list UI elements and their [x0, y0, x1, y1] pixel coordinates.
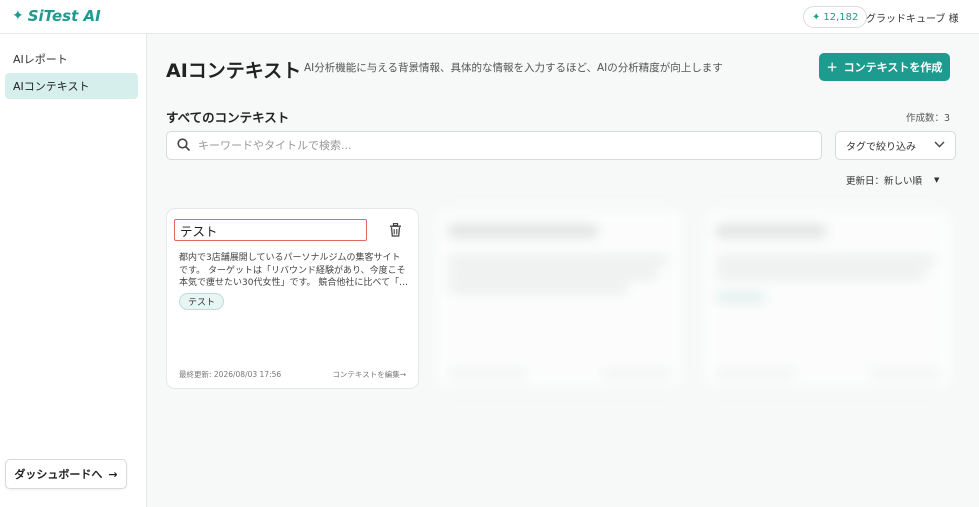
- card-tag[interactable]: テスト: [179, 293, 225, 310]
- page-description: AI分析機能に与える背景情報、具体的な情報を入力するほど、AIの分析精度が向上し…: [304, 62, 723, 74]
- placeholder-bar: [716, 225, 826, 237]
- card-description: 都内で3店舗展開しているパーソナルジムの集客サイトです。 ターゲットは「リバウン…: [179, 253, 409, 288]
- search-icon: [177, 137, 190, 154]
- sparkle-icon: ✦: [812, 11, 821, 23]
- dashboard-button[interactable]: ダッシュボードへ →: [5, 459, 127, 489]
- tag-filter-label: タグで絞り込み: [846, 142, 916, 153]
- section-title: すべてのコンテキスト: [166, 110, 290, 125]
- page-title: AIコンテキスト: [166, 60, 302, 82]
- logo-text: SiTest AI: [27, 7, 101, 25]
- top-bar: ✦ SiTest AI ✦ 12,182 グラッドキューブ 様: [0, 0, 979, 34]
- tag-filter-select[interactable]: タグで絞り込み: [835, 131, 956, 160]
- sidebar-item-ai-context[interactable]: AIコンテキスト: [5, 73, 138, 99]
- arrow-right-icon: →: [108, 467, 118, 481]
- credit-count: 12,182: [823, 11, 859, 23]
- sidebar: AIレポート AIコンテキスト ダッシュボードへ →: [0, 34, 147, 507]
- create-context-label: コンテキストを作成: [843, 61, 943, 74]
- search-input[interactable]: [198, 139, 798, 152]
- credit-badge[interactable]: ✦ 12,182: [803, 6, 868, 28]
- placeholder-bar: [448, 271, 658, 278]
- caret-down-icon: ▼: [934, 176, 940, 184]
- sidebar-item-label: AIレポート: [13, 53, 68, 66]
- placeholder-bar: [448, 225, 598, 237]
- context-card[interactable]: テスト 都内で3店舗展開しているパーソナルジムの集客サイトです。 ターゲットは「…: [166, 208, 419, 389]
- placeholder-bar: [716, 293, 766, 302]
- sidebar-item-ai-report[interactable]: AIレポート: [5, 46, 138, 72]
- sort-label: 更新日：新しい順: [846, 176, 923, 187]
- user-name[interactable]: グラッドキューブ 様: [866, 10, 959, 25]
- card-title[interactable]: テスト: [174, 219, 367, 241]
- edit-context-link[interactable]: コンテキストを編集→: [332, 369, 406, 380]
- sidebar-item-label: AIコンテキスト: [13, 80, 90, 93]
- dashboard-button-label: ダッシュボードへ: [14, 468, 103, 481]
- search-box[interactable]: [166, 131, 822, 160]
- placeholder-bar: [448, 371, 528, 376]
- placeholder-bar: [602, 371, 672, 376]
- placeholder-bar: [716, 371, 796, 376]
- logo[interactable]: ✦ SiTest AI: [12, 7, 101, 25]
- context-count: 作成数：3: [905, 113, 950, 124]
- sort-select[interactable]: 更新日：新しい順 ▼: [846, 173, 939, 187]
- context-card-blurred[interactable]: [433, 208, 686, 389]
- chevron-down-icon: [934, 140, 945, 151]
- context-card-blurred[interactable]: [701, 208, 954, 389]
- placeholder-bar: [716, 271, 926, 278]
- plus-icon: ＋: [826, 61, 838, 74]
- card-updated: 最終更新: 2026/08/03 17:56: [179, 370, 282, 379]
- placeholder-bar: [448, 257, 668, 264]
- create-context-button[interactable]: ＋ コンテキストを作成: [819, 53, 950, 81]
- placeholder-bar: [448, 285, 628, 292]
- sparkle-icon: ✦: [12, 8, 24, 24]
- placeholder-bar: [870, 371, 940, 376]
- trash-icon[interactable]: [389, 222, 402, 240]
- placeholder-bar: [716, 257, 936, 264]
